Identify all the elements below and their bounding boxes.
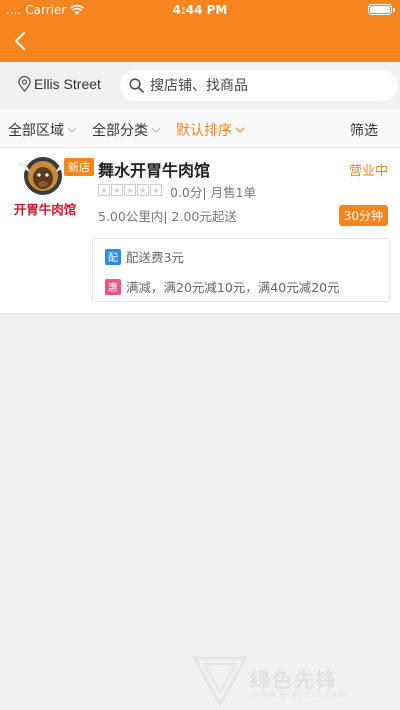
rating-stars: ★ ★ ★ ★ ★ [98,184,162,196]
search-row: Ellis Street [0,62,400,110]
search-input[interactable] [150,77,390,94]
star-icon: ★ [111,184,123,196]
star-icon: ★ [137,184,149,196]
search-box[interactable] [120,70,398,101]
filter-category[interactable]: 全部分类 [92,120,161,140]
watermark-text: 绿色先锋 [250,668,338,692]
chevron-down-icon [151,127,161,133]
chevron-down-icon [235,127,245,133]
filter-area[interactable]: 全部区域 [8,120,77,140]
delivery-info: 5.00公里内| 2.00元起送 [98,209,237,224]
shop-card[interactable]: 开胃牛肉馆 新店 舞水开胃牛肉馆 营业中 ★ ★ ★ ★ ★ 0.0分| 月售1… [0,148,400,314]
discount-tag: 惠 [105,278,121,295]
location-pin-icon [18,76,31,92]
chevron-down-icon [67,127,77,133]
star-icon: ★ [98,184,110,196]
filter-area-label: 全部区域 [8,123,64,139]
promotions-box: 配 配送费3元 惠 满减，满20元减10元，满40元减20元 [92,238,390,302]
star-icon: ★ [150,184,162,196]
status-bar: .... Carrier 4:44 PM [0,0,400,20]
delivery-time-badge: 30分钟 [338,205,388,226]
watermark-url: www.greenxf.com [252,690,348,700]
shop-name: 舞水开胃牛肉馆 [98,161,211,180]
open-status: 营业中 [348,164,388,179]
promotion-text: 满减，满20元减10元，满40元减20元 [126,280,340,295]
promotion-item: 配 配送费3元 [105,247,184,266]
filter-bar: 全部区域 全部分类 默认排序 筛选 [0,110,400,148]
location-label: Ellis Street [34,76,101,92]
shop-logo-text: 开胃牛肉馆 [14,202,77,217]
back-arrow-icon[interactable] [10,30,32,52]
search-icon [129,78,144,93]
filter-category-label: 全部分类 [92,123,148,139]
location-selector[interactable]: Ellis Street [18,76,101,92]
delivery-fee-tag: 配 [105,248,121,265]
rating-sales: 0.0分| 月售1单 [170,185,257,200]
filter-button[interactable]: 筛选 [350,120,378,140]
filter-sort[interactable]: 默认排序 [176,120,245,140]
battery-icon [368,4,395,15]
filter-sort-label: 默认排序 [176,123,232,139]
filter-button-label: 筛选 [350,123,378,139]
watermark: 绿色先锋 www.greenxf.com [190,650,400,710]
new-shop-badge: 新店 [64,158,94,176]
clock: 4:44 PM [172,3,228,17]
app-header: .... Carrier 4:44 PM [0,0,400,62]
watermark-logo-icon [191,656,249,708]
promotion-item: 惠 满减，满20元减10元，满40元减20元 [105,277,340,296]
star-icon: ★ [124,184,136,196]
promotion-text: 配送费3元 [126,250,184,265]
